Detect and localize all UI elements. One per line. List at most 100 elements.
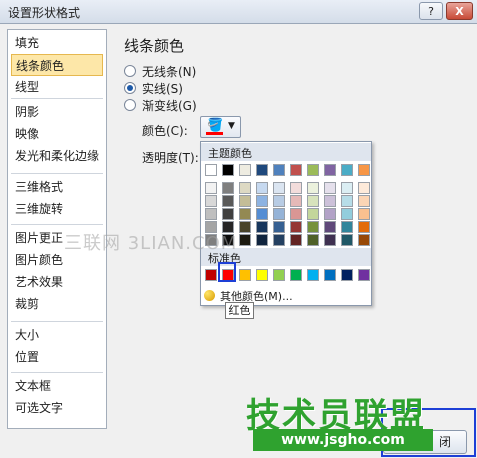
- theme-shade-swatch[interactable]: [341, 221, 353, 233]
- theme-shade-swatch[interactable]: [307, 182, 319, 194]
- theme-shade-swatch[interactable]: [273, 221, 285, 233]
- theme-shade-swatch[interactable]: [358, 195, 370, 207]
- theme-color-swatch[interactable]: [273, 164, 285, 176]
- sidebar-item-13[interactable]: 位置: [11, 346, 103, 368]
- radio-gradient-line-label[interactable]: 渐变线(G): [142, 97, 197, 114]
- chevron-down-icon: ▼: [228, 121, 235, 131]
- theme-shade-swatch[interactable]: [239, 208, 251, 220]
- theme-shade-swatch[interactable]: [256, 221, 268, 233]
- theme-shade-swatch[interactable]: [290, 208, 302, 220]
- theme-shade-swatch[interactable]: [307, 234, 319, 246]
- radio-no-line-label[interactable]: 无线条(N): [142, 63, 196, 80]
- theme-shade-swatch[interactable]: [256, 195, 268, 207]
- sidebar-item-11[interactable]: 裁剪: [11, 293, 103, 315]
- theme-shade-swatch[interactable]: [358, 234, 370, 246]
- theme-shade-swatch[interactable]: [341, 195, 353, 207]
- theme-shade-swatch[interactable]: [256, 208, 268, 220]
- theme-color-swatch[interactable]: [205, 164, 217, 176]
- theme-shade-swatch[interactable]: [239, 221, 251, 233]
- standard-color-swatch[interactable]: [205, 269, 217, 281]
- sidebar-item-10[interactable]: 艺术效果: [11, 271, 103, 293]
- radio-gradient-line[interactable]: [124, 99, 136, 111]
- theme-shade-swatch[interactable]: [307, 208, 319, 220]
- theme-shade-swatch[interactable]: [273, 208, 285, 220]
- sidebar-divider: [11, 372, 103, 373]
- sidebar-item-1[interactable]: 线条颜色: [11, 54, 103, 76]
- theme-shade-swatch[interactable]: [341, 182, 353, 194]
- sidebar-item-0[interactable]: 填充: [11, 32, 103, 54]
- standard-color-swatch[interactable]: [358, 269, 370, 281]
- standard-color-swatch[interactable]: [324, 269, 336, 281]
- color-picker-button[interactable]: 🪣 ▼: [200, 116, 241, 138]
- theme-shade-swatch[interactable]: [307, 221, 319, 233]
- sidebar-divider: [11, 224, 103, 225]
- theme-shade-swatch[interactable]: [205, 195, 217, 207]
- theme-color-swatch[interactable]: [222, 164, 234, 176]
- section-heading: 线条颜色: [124, 37, 185, 55]
- theme-shade-swatch[interactable]: [273, 195, 285, 207]
- theme-shade-swatch[interactable]: [256, 182, 268, 194]
- theme-shade-swatch[interactable]: [273, 182, 285, 194]
- radio-solid-line-label[interactable]: 实线(S): [142, 80, 183, 97]
- theme-shade-swatch[interactable]: [290, 234, 302, 246]
- theme-shade-swatch[interactable]: [341, 208, 353, 220]
- theme-shade-swatch[interactable]: [290, 195, 302, 207]
- theme-color-swatch[interactable]: [239, 164, 251, 176]
- theme-shade-swatch[interactable]: [239, 234, 251, 246]
- theme-shade-swatch[interactable]: [273, 234, 285, 246]
- theme-shade-swatch[interactable]: [324, 234, 336, 246]
- theme-color-swatch[interactable]: [307, 164, 319, 176]
- help-button[interactable]: ?: [419, 2, 443, 20]
- sidebar-item-7[interactable]: 三维旋转: [11, 198, 103, 220]
- theme-color-swatch[interactable]: [256, 164, 268, 176]
- watermark-text: 三联网 3LIAN.COM: [64, 233, 238, 254]
- theme-shade-swatch[interactable]: [358, 221, 370, 233]
- standard-color-swatch[interactable]: [273, 269, 285, 281]
- theme-shade-swatch[interactable]: [358, 182, 370, 194]
- radio-solid-line[interactable]: [124, 82, 136, 94]
- sidebar-item-5[interactable]: 发光和柔化边缘: [11, 145, 103, 167]
- sidebar-item-12[interactable]: 大小: [11, 324, 103, 346]
- standard-color-swatch[interactable]: [239, 269, 251, 281]
- selected-color-highlight: [218, 262, 236, 282]
- theme-color-swatch[interactable]: [341, 164, 353, 176]
- sidebar-item-2[interactable]: 线型: [11, 76, 103, 98]
- sidebar-divider: [11, 98, 103, 99]
- standard-color-swatch[interactable]: [307, 269, 319, 281]
- theme-shade-swatch[interactable]: [341, 234, 353, 246]
- theme-shade-swatch[interactable]: [256, 234, 268, 246]
- theme-shade-swatch[interactable]: [358, 208, 370, 220]
- theme-shade-swatch[interactable]: [324, 221, 336, 233]
- theme-shade-swatch[interactable]: [324, 208, 336, 220]
- theme-color-swatch[interactable]: [324, 164, 336, 176]
- theme-shade-swatch[interactable]: [222, 182, 234, 194]
- theme-shade-swatch[interactable]: [205, 208, 217, 220]
- standard-color-swatch[interactable]: [256, 269, 268, 281]
- theme-shade-swatch[interactable]: [239, 195, 251, 207]
- sidebar-item-6[interactable]: 三维格式: [11, 176, 103, 198]
- theme-colors-header: 主题颜色: [201, 143, 371, 161]
- standard-color-swatch[interactable]: [341, 269, 353, 281]
- theme-shade-swatch[interactable]: [222, 195, 234, 207]
- theme-shade-swatch[interactable]: [290, 221, 302, 233]
- sidebar-item-14[interactable]: 文本框: [11, 375, 103, 397]
- sidebar-item-4[interactable]: 映像: [11, 123, 103, 145]
- theme-shade-swatch[interactable]: [324, 182, 336, 194]
- title-bar: 设置形状格式 ? X: [0, 0, 477, 24]
- transparency-label: 透明度(T):: [142, 151, 199, 165]
- theme-shade-swatch[interactable]: [222, 208, 234, 220]
- theme-color-swatch[interactable]: [290, 164, 302, 176]
- theme-shade-swatch[interactable]: [290, 182, 302, 194]
- window-close-button[interactable]: X: [446, 2, 473, 20]
- sidebar-divider: [11, 321, 103, 322]
- theme-shade-swatch[interactable]: [239, 182, 251, 194]
- sidebar-item-15[interactable]: 可选文字: [11, 397, 103, 419]
- theme-shade-swatch[interactable]: [205, 182, 217, 194]
- sidebar-item-3[interactable]: 阴影: [11, 101, 103, 123]
- standard-color-swatch[interactable]: [290, 269, 302, 281]
- radio-no-line[interactable]: [124, 65, 136, 77]
- theme-shade-swatch[interactable]: [307, 195, 319, 207]
- theme-shade-swatch[interactable]: [324, 195, 336, 207]
- theme-color-swatch[interactable]: [358, 164, 370, 176]
- color-palette-icon: [204, 290, 215, 301]
